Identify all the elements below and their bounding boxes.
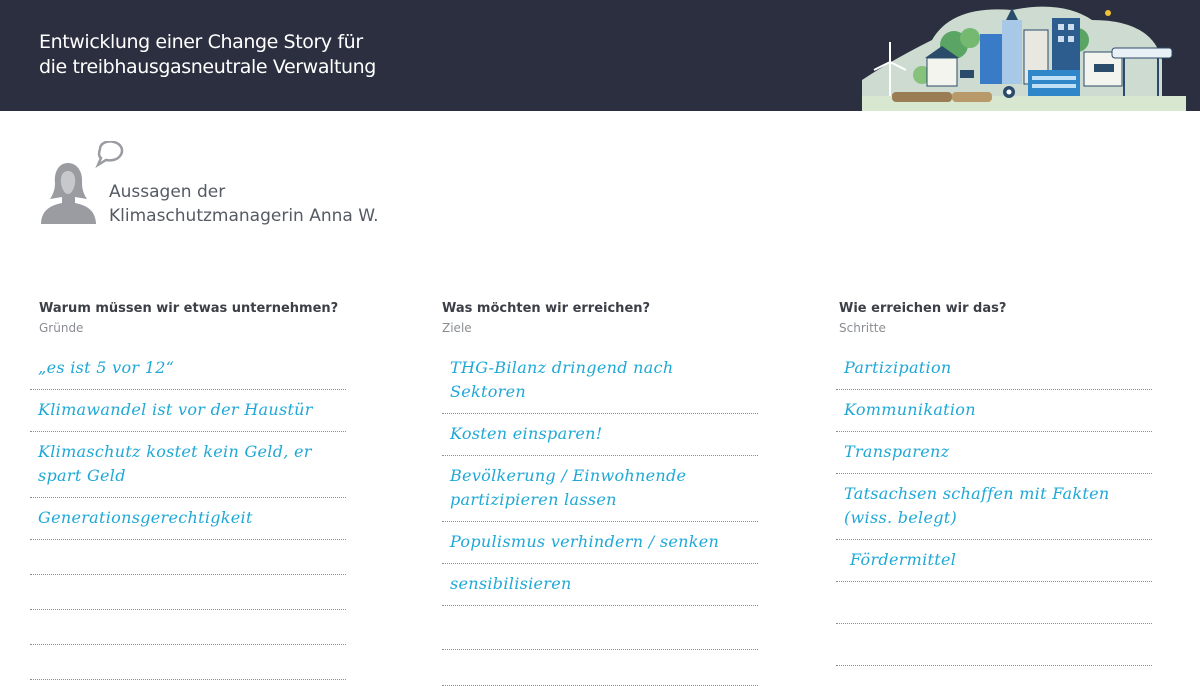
- empty-line[interactable]: [836, 582, 1152, 624]
- handwritten-entry: „es ist 5 vor 12“: [38, 358, 175, 377]
- handwritten-entry: Kommunikation: [844, 400, 976, 419]
- list-item[interactable]: Generationsgerechtigkeit: [30, 498, 346, 540]
- list-item[interactable]: THG-Bilanz dringend nach Sektoren: [442, 348, 758, 414]
- list-item[interactable]: Kommunikation: [836, 390, 1152, 432]
- list-item[interactable]: Kosten einsparen!: [442, 414, 758, 456]
- empty-line[interactable]: [442, 606, 758, 650]
- list-item[interactable]: Tatsachsen schaffen mit Fakten (wiss. be…: [836, 474, 1152, 540]
- list-item[interactable]: Klimaschutz kostet kein Geld, er spart G…: [30, 432, 346, 498]
- handwritten-entry: Kosten einsparen!: [450, 424, 603, 443]
- speaker-caption: Aussagen der Klimaschutzmanagerin Anna W…: [109, 180, 469, 228]
- handwritten-entry: THG-Bilanz dringend nach Sektoren: [450, 358, 674, 401]
- page-title-line-1: Entwicklung einer Change Story für: [39, 31, 363, 53]
- empty-line[interactable]: [30, 575, 346, 610]
- handwritten-entry: Klimaschutz kostet kein Geld, er spart G…: [38, 442, 312, 485]
- header-bar: Entwicklung einer Change Story für die t…: [0, 0, 1200, 111]
- column-heading: Was möchten wir erreichen?: [442, 301, 651, 316]
- list-item[interactable]: „es ist 5 vor 12“: [30, 348, 346, 390]
- handwritten-entry: Klimawandel ist vor der Haustür: [38, 400, 313, 419]
- handwritten-entry: Transparenz: [844, 442, 950, 461]
- handwritten-entry: Generationsgerechtigkeit: [38, 508, 253, 527]
- list-item[interactable]: Partizipation: [836, 348, 1152, 390]
- empty-line[interactable]: [836, 624, 1152, 666]
- empty-line[interactable]: [30, 540, 346, 575]
- list-item[interactable]: sensibilisieren: [442, 564, 758, 606]
- column-subheading: Gründe: [39, 321, 84, 335]
- list-item[interactable]: Klimawandel ist vor der Haustür: [30, 390, 346, 432]
- handwritten-entry: Tatsachsen schaffen mit Fakten (wiss. be…: [844, 484, 1110, 527]
- handwritten-entry: Bevölkerung / Einwohnende partizipieren …: [450, 466, 687, 509]
- speaker-caption-line-2: Klimaschutzmanagerin Anna W.: [109, 206, 379, 226]
- column-heading: Wie erreichen wir das?: [839, 301, 1007, 316]
- city-illustration: [862, 6, 1186, 111]
- list-item[interactable]: Transparenz: [836, 432, 1152, 474]
- empty-line[interactable]: [30, 610, 346, 645]
- column-reasons: Warum müssen wir etwas unternehmen? Grün…: [30, 300, 346, 680]
- column-subheading: Schritte: [839, 321, 886, 335]
- page-title-line-2: die treibhausgasneutrale Verwaltung: [39, 56, 376, 78]
- handwritten-entry: Fördermittel: [850, 550, 957, 569]
- handwritten-entry: Partizipation: [844, 358, 952, 377]
- empty-line[interactable]: [442, 650, 758, 686]
- list-item[interactable]: Populismus verhindern / senken: [442, 522, 758, 564]
- page-title: Entwicklung einer Change Story für die t…: [39, 30, 559, 80]
- list-item[interactable]: Bevölkerung / Einwohnende partizipieren …: [442, 456, 758, 522]
- entry-list: THG-Bilanz dringend nach Sektoren Kosten…: [442, 348, 758, 686]
- entry-list: „es ist 5 vor 12“ Klimawandel ist vor de…: [30, 348, 346, 680]
- handwritten-entry: Populismus verhindern / senken: [450, 532, 720, 551]
- list-item[interactable]: Fördermittel: [836, 540, 1152, 582]
- column-goals: Was möchten wir erreichen? Ziele THG-Bil…: [442, 300, 758, 686]
- column-heading: Warum müssen wir etwas unternehmen?: [39, 301, 339, 316]
- column-steps: Wie erreichen wir das? Schritte Partizip…: [836, 300, 1152, 666]
- speaker-caption-line-1: Aussagen der: [109, 182, 226, 202]
- handwritten-entry: sensibilisieren: [450, 574, 572, 593]
- entry-list: Partizipation Kommunikation Transparenz …: [836, 348, 1152, 666]
- column-subheading: Ziele: [442, 321, 472, 335]
